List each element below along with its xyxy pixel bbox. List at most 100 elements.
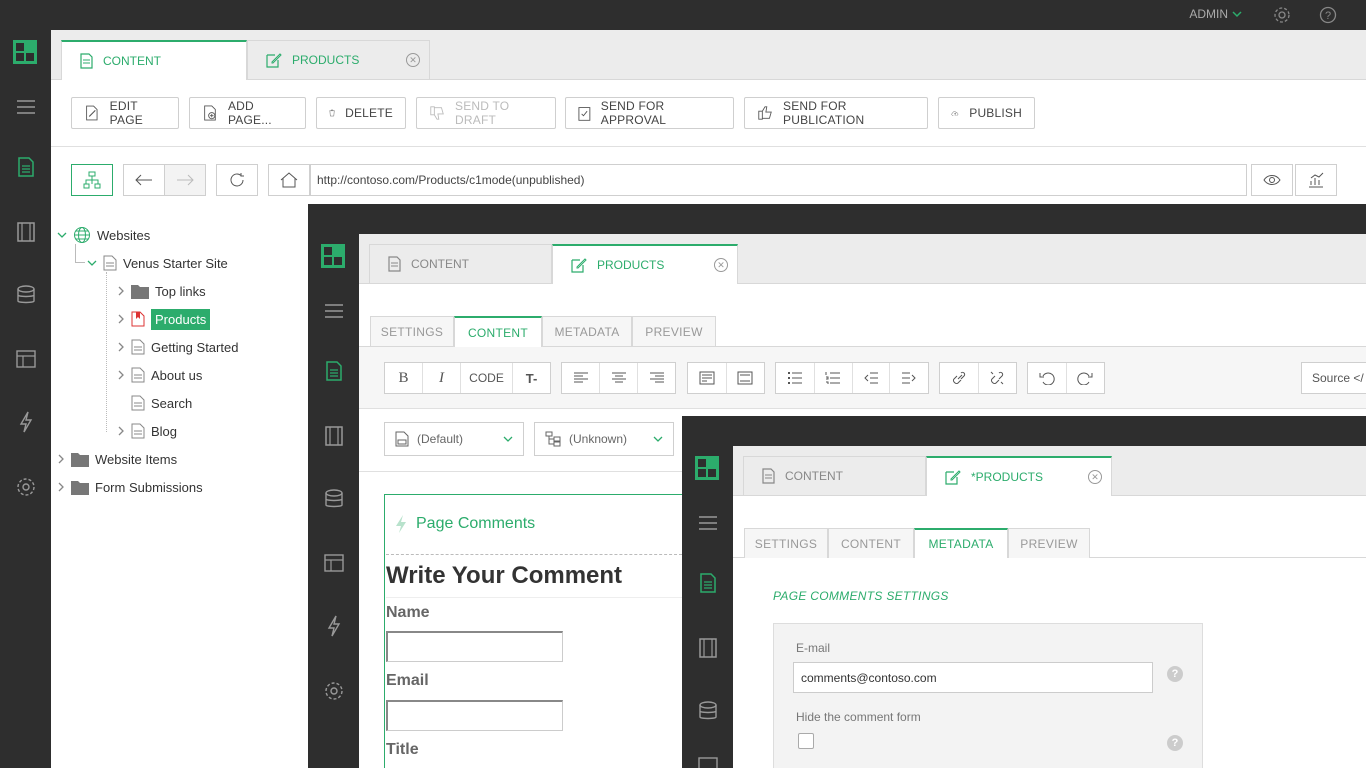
forward-button[interactable]: [164, 164, 206, 196]
tree-node-website-items[interactable]: Website Items: [57, 448, 177, 470]
w3-subtab-content[interactable]: CONTENT: [828, 528, 914, 558]
align-left-icon[interactable]: [562, 363, 600, 393]
tree-node-getting-started[interactable]: Getting Started: [117, 336, 238, 358]
w2-subtab-settings[interactable]: SETTINGS: [370, 316, 454, 346]
layout-perspective-icon[interactable]: [0, 344, 51, 374]
data-perspective-icon[interactable]: [0, 280, 51, 310]
align-right-icon[interactable]: [638, 363, 675, 393]
w1-tab-content[interactable]: CONTENT: [61, 40, 247, 80]
chevron-right-icon[interactable]: [117, 426, 125, 436]
w2-tab-content[interactable]: CONTENT: [369, 244, 552, 283]
close-icon[interactable]: ✕: [406, 53, 420, 67]
tree-node-products[interactable]: Products: [117, 308, 211, 330]
menu-icon[interactable]: [682, 508, 733, 538]
unlink-icon[interactable]: [979, 363, 1017, 393]
send-to-draft-button[interactable]: SEND TO DRAFT: [416, 97, 556, 129]
italic-icon[interactable]: I: [423, 363, 461, 393]
bold-icon[interactable]: B: [385, 363, 423, 393]
insert-function-icon[interactable]: [727, 363, 765, 393]
chevron-down-icon[interactable]: [57, 231, 67, 239]
layout-perspective-icon[interactable]: [308, 548, 359, 578]
close-icon[interactable]: ✕: [714, 258, 728, 272]
outdent-icon[interactable]: [853, 363, 891, 393]
delete-button[interactable]: DELETE: [316, 97, 406, 129]
chevron-right-icon[interactable]: [57, 454, 65, 464]
tree-node-blog[interactable]: Blog: [117, 420, 177, 442]
w2-subtab-metadata[interactable]: METADATA: [542, 316, 632, 346]
link-icon[interactable]: [940, 363, 979, 393]
send-for-publication-button[interactable]: SEND FOR PUBLICATION: [744, 97, 928, 129]
refresh-button[interactable]: [216, 164, 258, 196]
gear-icon[interactable]: [1273, 6, 1291, 27]
clear-format-icon[interactable]: T-: [513, 363, 550, 393]
sitemap-icon: [83, 171, 101, 189]
bullet-list-icon[interactable]: [776, 363, 815, 393]
w3-subtab-metadata[interactable]: METADATA: [914, 528, 1008, 558]
source-button[interactable]: Source </: [1301, 362, 1366, 394]
edit-page-button[interactable]: EDIT PAGE: [71, 97, 179, 129]
template-dropdown[interactable]: (Default): [384, 422, 524, 456]
code-button[interactable]: CODE: [461, 363, 513, 393]
w3-tab-products[interactable]: *PRODUCTS ✕: [926, 456, 1112, 496]
email-input[interactable]: [386, 700, 563, 731]
help-icon[interactable]: ?: [1167, 735, 1183, 751]
w1-tab-products[interactable]: PRODUCTS ✕: [247, 40, 430, 79]
send-for-approval-button[interactable]: SEND FOR APPROVAL: [565, 97, 734, 129]
chevron-down-icon[interactable]: [87, 259, 97, 267]
analytics-button[interactable]: [1295, 164, 1337, 196]
chevron-right-icon[interactable]: [117, 314, 125, 324]
tree-node-form-submissions[interactable]: Form Submissions: [57, 476, 203, 498]
system-perspective-icon[interactable]: [0, 472, 51, 502]
add-page-button[interactable]: ADD PAGE...: [189, 97, 306, 129]
system-perspective-icon[interactable]: [308, 676, 359, 706]
menu-icon[interactable]: [308, 296, 359, 326]
w2-subtab-preview[interactable]: PREVIEW: [632, 316, 716, 346]
layout-dropdown[interactable]: (Unknown): [534, 422, 674, 456]
undo-icon[interactable]: [1028, 363, 1067, 393]
help-icon[interactable]: ?: [1167, 666, 1183, 682]
menu-icon[interactable]: [0, 92, 51, 122]
layout-perspective-icon[interactable]: [682, 756, 733, 768]
admin-menu[interactable]: ADMIN: [1189, 7, 1242, 21]
back-button[interactable]: [123, 164, 165, 196]
align-center-icon[interactable]: [600, 363, 638, 393]
tree-node-about-us[interactable]: About us: [117, 364, 202, 386]
chevron-right-icon[interactable]: [117, 342, 125, 352]
w2-subtab-content[interactable]: CONTENT: [454, 316, 542, 347]
sitemap-button[interactable]: [71, 164, 113, 196]
numbered-list-icon[interactable]: [815, 363, 853, 393]
help-icon[interactable]: ?: [1319, 6, 1337, 27]
name-input[interactable]: [386, 631, 563, 662]
email-field[interactable]: [793, 662, 1153, 693]
indent-icon[interactable]: [890, 363, 928, 393]
tree-node-search[interactable]: Search: [131, 392, 192, 414]
tree-node-venus[interactable]: Venus Starter Site: [87, 252, 228, 274]
content-perspective-icon[interactable]: [308, 356, 359, 386]
w2-tab-products[interactable]: PRODUCTS ✕: [552, 244, 738, 284]
media-perspective-icon[interactable]: [682, 633, 733, 663]
function-perspective-icon[interactable]: [0, 407, 51, 437]
media-perspective-icon[interactable]: [0, 217, 51, 247]
content-perspective-icon[interactable]: [0, 152, 51, 182]
publish-button[interactable]: PUBLISH: [938, 97, 1035, 129]
insert-image-icon[interactable]: [688, 363, 727, 393]
data-perspective-icon[interactable]: [682, 696, 733, 726]
content-perspective-icon[interactable]: [682, 568, 733, 598]
w3-tab-content[interactable]: CONTENT: [743, 456, 926, 495]
chevron-right-icon[interactable]: [117, 286, 125, 296]
function-perspective-icon[interactable]: [308, 611, 359, 641]
close-icon[interactable]: ✕: [1088, 470, 1102, 484]
chevron-right-icon[interactable]: [117, 370, 125, 380]
redo-icon[interactable]: [1067, 363, 1105, 393]
tree-node-top-links[interactable]: Top links: [117, 280, 206, 302]
hide-form-checkbox[interactable]: [798, 733, 814, 749]
address-bar[interactable]: http://contoso.com/Products/c1mode(unpub…: [310, 164, 1247, 196]
tree-node-websites[interactable]: Websites: [57, 224, 150, 246]
home-button[interactable]: [268, 164, 310, 196]
w3-subtab-settings[interactable]: SETTINGS: [744, 528, 828, 558]
w3-subtab-preview[interactable]: PREVIEW: [1008, 528, 1090, 558]
chevron-right-icon[interactable]: [57, 482, 65, 492]
media-perspective-icon[interactable]: [308, 421, 359, 451]
view-button[interactable]: [1251, 164, 1293, 196]
data-perspective-icon[interactable]: [308, 484, 359, 514]
